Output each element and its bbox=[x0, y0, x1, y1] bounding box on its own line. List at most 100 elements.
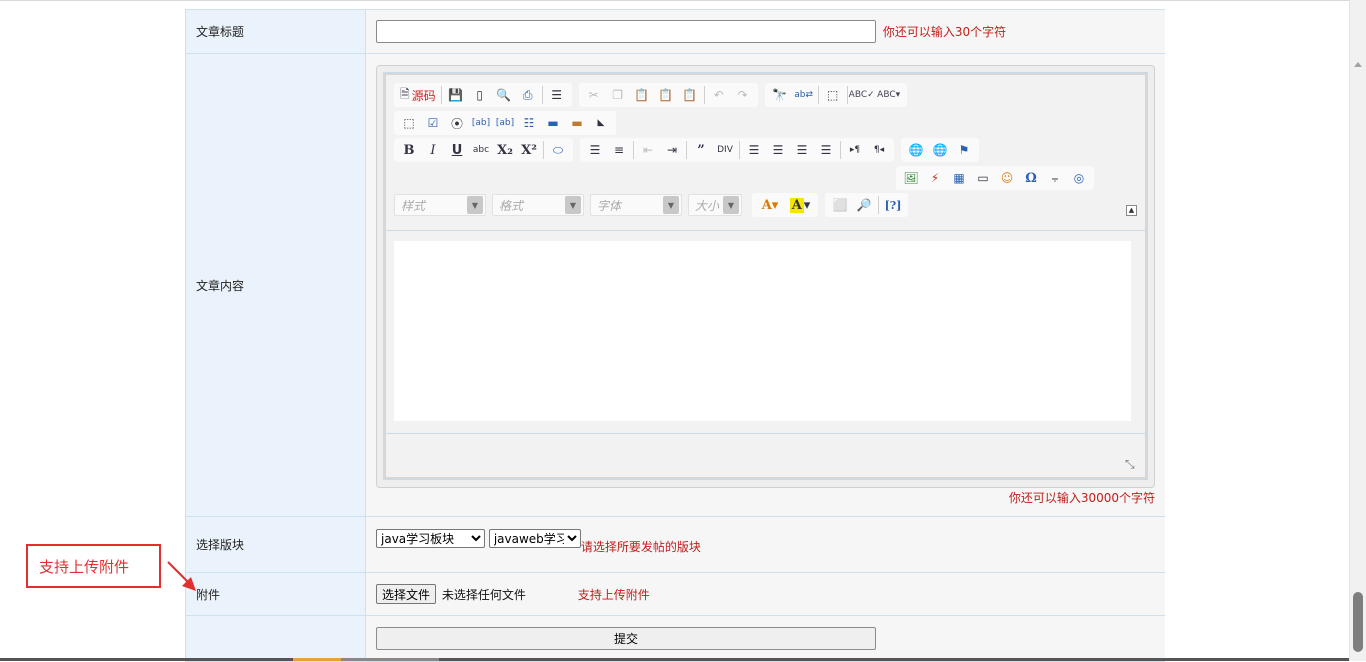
top-divider bbox=[0, 0, 1366, 1]
size-combo-text: 大小 bbox=[695, 198, 720, 213]
submit-button[interactable]: 提交 bbox=[376, 627, 876, 650]
checkbox-icon[interactable]: ☑ bbox=[421, 112, 445, 134]
board-label: 选择版块 bbox=[185, 516, 366, 573]
size-combo-arrow-icon: ▼ bbox=[723, 196, 739, 214]
align-right-icon[interactable]: ☰ bbox=[790, 139, 814, 161]
cut-icon[interactable]: ✂ bbox=[582, 84, 606, 106]
find-icon[interactable]: 🔭 bbox=[768, 84, 792, 106]
paste-icon[interactable]: 📋 bbox=[630, 84, 654, 106]
iframe-icon[interactable]: ◎ bbox=[1067, 167, 1091, 189]
scroll-up-icon[interactable] bbox=[1354, 62, 1362, 67]
maximize-icon[interactable]: ⬜ bbox=[828, 194, 852, 216]
form-icon[interactable]: ⬚ bbox=[397, 112, 421, 134]
align-left-icon[interactable]: ☰ bbox=[742, 139, 766, 161]
textfield-icon[interactable]: [ab] bbox=[469, 112, 493, 134]
superscript-icon[interactable]: X² bbox=[517, 139, 541, 161]
title-label: 文章标题 bbox=[185, 9, 366, 54]
collapse-toolbar-icon[interactable]: ▲ bbox=[1126, 205, 1137, 216]
numbered-list-icon[interactable]: ☰ bbox=[583, 139, 607, 161]
source-button[interactable]: 🗎 源码 bbox=[397, 84, 439, 106]
font-combo[interactable]: 字体 ▼ bbox=[590, 194, 682, 216]
bg-color-icon[interactable]: A ▾ bbox=[785, 194, 815, 216]
select-all-icon[interactable]: ⬚ bbox=[821, 84, 845, 106]
title-hint: 你还可以输入30个字符 bbox=[882, 25, 1007, 39]
bold-icon[interactable]: B bbox=[397, 139, 421, 161]
remove-format-icon[interactable]: ⬭ bbox=[546, 139, 570, 161]
paste-word-icon[interactable]: 📋 bbox=[678, 84, 702, 106]
hidden-field-icon[interactable]: ◣ bbox=[589, 112, 613, 134]
select-field-icon[interactable]: ☷ bbox=[517, 112, 541, 134]
indent-icon[interactable]: ⇥ bbox=[660, 139, 684, 161]
div-icon[interactable]: DIV bbox=[713, 139, 737, 161]
align-center-icon[interactable]: ☰ bbox=[766, 139, 790, 161]
smiley-icon[interactable]: ☺ bbox=[995, 167, 1019, 189]
spellcheck-icon[interactable]: ABC✓ bbox=[849, 84, 875, 106]
post-form: 文章标题 你还可以输入30个字符 文章内容 🗎 源码 💾 ▯ 🔍 ⎙ ☰ ✂ ❐… bbox=[185, 9, 1165, 662]
print-icon[interactable]: ⎙ bbox=[516, 84, 540, 106]
special-char-icon[interactable]: Ω bbox=[1019, 167, 1043, 189]
button-field-icon[interactable]: ▬ bbox=[541, 112, 565, 134]
spellcheck-menu-icon[interactable]: ABC▾ bbox=[874, 84, 904, 106]
attachment-label: 附件 bbox=[185, 572, 366, 616]
board-primary-select[interactable]: java学习板块 bbox=[376, 529, 485, 548]
board-secondary-select[interactable]: javaweb学习 bbox=[488, 529, 581, 548]
image-button-icon[interactable]: ▬ bbox=[565, 112, 589, 134]
choose-file-button[interactable]: 选择文件 bbox=[376, 584, 437, 604]
style-combo-text: 样式 bbox=[401, 198, 426, 213]
new-page-icon[interactable]: ▯ bbox=[468, 84, 492, 106]
horizontal-rule-icon[interactable]: ▭ bbox=[971, 167, 995, 189]
attachment-row: 附件 选择文件 未选择任何文件 支持上传附件 bbox=[185, 572, 1165, 616]
editor-toolbar: 🗎 源码 💾 ▯ 🔍 ⎙ ☰ ✂ ❐ 📋 📋 📋 ↶ ↷ 🔭 ab⇄ ⬚ ABC… bbox=[384, 73, 1147, 231]
paste-text-icon[interactable]: 📋 bbox=[654, 84, 678, 106]
page-break-icon[interactable]: ⨪ bbox=[1043, 167, 1067, 189]
content-label: 文章内容 bbox=[185, 53, 366, 517]
preview-icon[interactable]: 🔍 bbox=[492, 84, 516, 106]
redo-icon[interactable]: ↷ bbox=[731, 84, 755, 106]
subscript-icon[interactable]: X₂ bbox=[493, 139, 517, 161]
undo-icon[interactable]: ↶ bbox=[707, 84, 731, 106]
radio-icon[interactable]: ⦿ bbox=[445, 112, 469, 134]
style-combo[interactable]: 样式 ▼ bbox=[394, 194, 486, 216]
anchor-icon[interactable]: ⚑ bbox=[952, 139, 976, 161]
copy-icon[interactable]: ❐ bbox=[606, 84, 630, 106]
flash-icon[interactable]: ⚡ bbox=[923, 167, 947, 189]
format-combo-arrow-icon: ▼ bbox=[565, 196, 581, 214]
rtl-icon[interactable]: ¶◂ bbox=[867, 139, 891, 161]
vertical-scrollbar[interactable] bbox=[1349, 0, 1366, 661]
content-hint: 你还可以输入30000个字符 bbox=[1008, 491, 1155, 505]
style-combo-arrow-icon: ▼ bbox=[467, 196, 483, 214]
format-combo[interactable]: 格式 ▼ bbox=[492, 194, 584, 216]
board-hint: 请选择所要发帖的版块 bbox=[580, 540, 701, 554]
title-input[interactable] bbox=[376, 20, 876, 43]
replace-icon[interactable]: ab⇄ bbox=[792, 84, 816, 106]
unlink-icon[interactable]: 🌐 bbox=[928, 139, 952, 161]
blockquote-icon[interactable]: ” bbox=[689, 139, 713, 161]
about-icon[interactable]: [?] bbox=[881, 194, 905, 216]
source-icon: 🗎 bbox=[400, 86, 410, 101]
format-combo-text: 格式 bbox=[499, 198, 524, 213]
source-label: 源码 bbox=[411, 88, 436, 103]
justify-icon[interactable]: ☰ bbox=[814, 139, 838, 161]
resize-grip-icon[interactable]: ⤡ bbox=[1125, 457, 1139, 471]
submit-row: 提交 bbox=[185, 615, 1165, 662]
strike-icon[interactable]: abc bbox=[469, 139, 493, 161]
link-icon[interactable]: 🌐 bbox=[904, 139, 928, 161]
ltr-icon[interactable]: ▸¶ bbox=[843, 139, 867, 161]
font-combo-arrow-icon: ▼ bbox=[663, 196, 679, 214]
templates-icon[interactable]: ☰ bbox=[545, 84, 569, 106]
scroll-thumb[interactable] bbox=[1353, 592, 1363, 652]
italic-icon[interactable]: I bbox=[421, 139, 445, 161]
image-icon[interactable]: 🖼 bbox=[899, 167, 923, 189]
underline-icon[interactable]: U bbox=[445, 139, 469, 161]
text-color-icon[interactable]: A▾ bbox=[755, 194, 785, 216]
table-icon[interactable]: ▦ bbox=[947, 167, 971, 189]
show-blocks-icon[interactable]: 🔎 bbox=[852, 194, 876, 216]
save-icon[interactable]: 💾 bbox=[444, 84, 468, 106]
rich-text-editor: 🗎 源码 💾 ▯ 🔍 ⎙ ☰ ✂ ❐ 📋 📋 📋 ↶ ↷ 🔭 ab⇄ ⬚ ABC… bbox=[376, 65, 1155, 488]
size-combo[interactable]: 大小 ▼ bbox=[688, 194, 742, 216]
editor-content-area[interactable] bbox=[394, 241, 1131, 421]
board-row: 选择版块 java学习板块 javaweb学习 请选择所要发帖的版块 bbox=[185, 516, 1165, 573]
bulleted-list-icon[interactable]: ≡ bbox=[607, 139, 631, 161]
textarea-icon[interactable]: [ab] bbox=[493, 112, 517, 134]
outdent-icon[interactable]: ⇤ bbox=[636, 139, 660, 161]
